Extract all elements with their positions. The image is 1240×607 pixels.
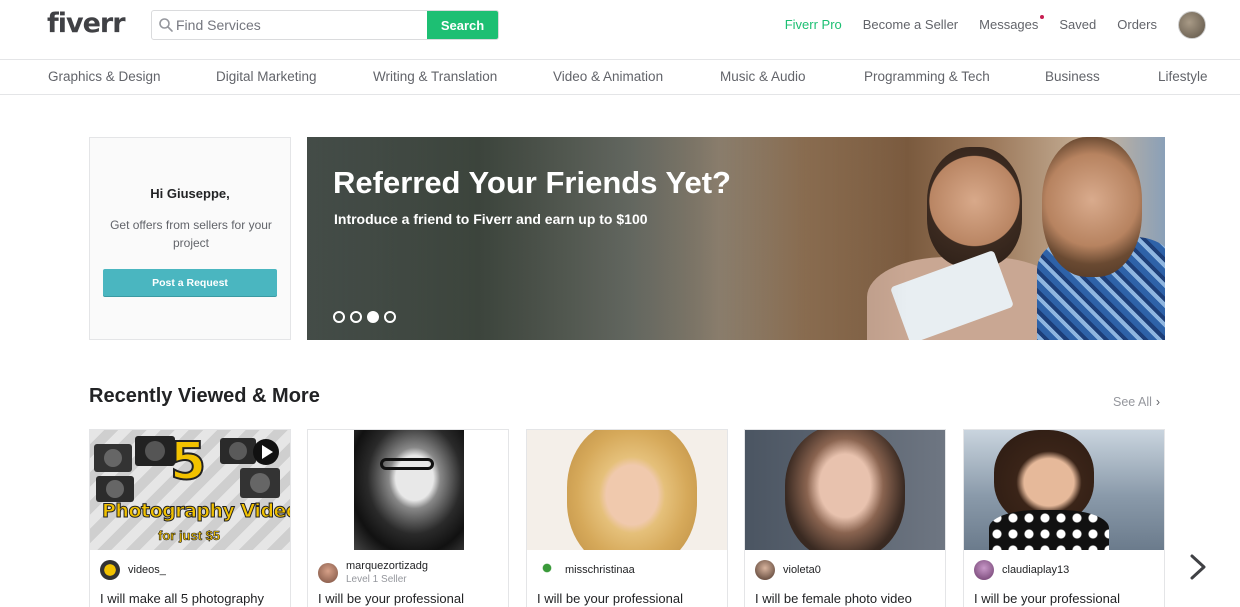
gig-title[interactable]: I will make all 5 photography <box>100 591 264 606</box>
chevron-right-icon[interactable] <box>1186 552 1210 582</box>
gig-thumbnail: 5 Photography Videos for just $5 <box>90 430 290 550</box>
nav-saved[interactable]: Saved <box>1059 17 1096 32</box>
nav-fiverr-pro[interactable]: Fiverr Pro <box>785 17 842 32</box>
carousel-dot-2[interactable] <box>350 311 362 323</box>
category-menu: Graphics & Design Digital Marketing Writ… <box>0 60 1240 95</box>
search-input[interactable] <box>176 11 428 39</box>
banner-title: Referred Your Friends Yet? <box>333 165 731 200</box>
fiverr-logo[interactable]: fiverr <box>47 8 126 39</box>
nav-messages-label: Messages <box>979 17 1039 32</box>
welcome-card: Hi Giuseppe, Get offers from sellers for… <box>89 137 291 340</box>
header-nav: Fiverr Pro Become a Seller Messages Save… <box>764 15 1157 32</box>
seller-info: videos_ <box>100 560 166 580</box>
portrait-photo <box>567 430 697 550</box>
carousel-dot-1[interactable] <box>333 311 345 323</box>
gig-title[interactable]: I will be your professional <box>974 591 1120 606</box>
dress-shape <box>989 510 1109 550</box>
gig-card[interactable]: 5 Photography Videos for just $5 videos_… <box>89 429 291 607</box>
thumbnail-headline: Photography Videos <box>101 500 290 523</box>
user-avatar[interactable] <box>1178 11 1206 39</box>
carousel-dot-4[interactable] <box>384 311 396 323</box>
promo-banner[interactable]: Referred Your Friends Yet? Introduce a f… <box>307 137 1165 340</box>
category-digital-marketing[interactable]: Digital Marketing <box>216 69 317 84</box>
gig-title[interactable]: I will be your professional <box>318 591 464 606</box>
thumbnail-number: 5 <box>169 431 207 493</box>
seller-info: claudiaplay13 <box>974 560 1069 580</box>
see-all-link[interactable]: See All › <box>1113 395 1160 409</box>
search-icon <box>159 18 173 32</box>
seller-avatar[interactable] <box>100 560 120 580</box>
search-button[interactable]: Search <box>427 11 498 39</box>
category-lifestyle[interactable]: Lifestyle <box>1158 69 1208 84</box>
seller-name[interactable]: marquezortizadg <box>346 560 428 573</box>
seller-name[interactable]: videos_ <box>128 564 166 577</box>
seller-info: misschristinaa <box>537 560 635 580</box>
nav-become-seller[interactable]: Become a Seller <box>863 17 958 32</box>
category-graphics-design[interactable]: Graphics & Design <box>48 69 161 84</box>
seller-info: marquezortizadg Level 1 Seller <box>318 560 428 586</box>
glasses-shape <box>380 458 434 470</box>
category-writing-translation[interactable]: Writing & Translation <box>373 69 497 84</box>
post-request-button[interactable]: Post a Request <box>103 269 277 296</box>
top-header: fiverr Search Fiverr Pro Become a Seller… <box>0 0 1240 60</box>
seller-level: Level 1 Seller <box>346 574 407 585</box>
gig-title[interactable]: I will be your professional <box>537 591 683 606</box>
banner-subtitle: Introduce a friend to Fiverr and earn up… <box>334 211 648 227</box>
gig-card[interactable]: claudiaplay13 I will be your professiona… <box>963 429 1165 607</box>
category-business[interactable]: Business <box>1045 69 1100 84</box>
category-video-animation[interactable]: Video & Animation <box>553 69 663 84</box>
seller-avatar[interactable] <box>537 560 557 580</box>
category-programming-tech[interactable]: Programming & Tech <box>864 69 990 84</box>
nav-orders[interactable]: Orders <box>1117 17 1157 32</box>
notification-dot <box>1040 15 1045 19</box>
category-music-audio[interactable]: Music & Audio <box>720 69 806 84</box>
gig-card[interactable]: marquezortizadg Level 1 Seller I will be… <box>307 429 509 607</box>
seller-name[interactable]: misschristinaa <box>565 564 635 577</box>
gig-thumbnail <box>308 430 508 550</box>
welcome-greeting: Hi Giuseppe, <box>150 186 230 201</box>
carousel-dot-3[interactable] <box>367 311 379 323</box>
seller-avatar[interactable] <box>755 560 775 580</box>
gig-card[interactable]: violeta0 I will be female photo video <box>744 429 946 607</box>
seller-avatar[interactable] <box>974 560 994 580</box>
gig-title[interactable]: I will be female photo video <box>755 591 912 606</box>
gig-thumbnail <box>527 430 727 550</box>
seller-avatar[interactable] <box>318 563 338 583</box>
portrait-photo <box>785 430 905 550</box>
seller-name[interactable]: claudiaplay13 <box>1002 564 1069 577</box>
gig-thumbnail <box>964 430 1164 550</box>
gig-thumbnail <box>745 430 945 550</box>
search-bar: Search <box>151 10 499 40</box>
welcome-text: Get offers from sellers for your project <box>110 218 272 250</box>
carousel-dots <box>333 311 396 323</box>
thumbnail-price: for just $5 <box>158 528 221 544</box>
portrait-photo <box>354 430 464 550</box>
nav-messages[interactable]: Messages <box>979 15 1045 32</box>
section-title: Recently Viewed & More <box>89 385 320 407</box>
seller-info: violeta0 <box>755 560 821 580</box>
see-all-label: See All <box>1113 395 1152 409</box>
chevron-right-icon: › <box>1155 395 1161 409</box>
seller-name[interactable]: violeta0 <box>783 564 821 577</box>
gig-card[interactable]: misschristinaa I will be your profession… <box>526 429 728 607</box>
